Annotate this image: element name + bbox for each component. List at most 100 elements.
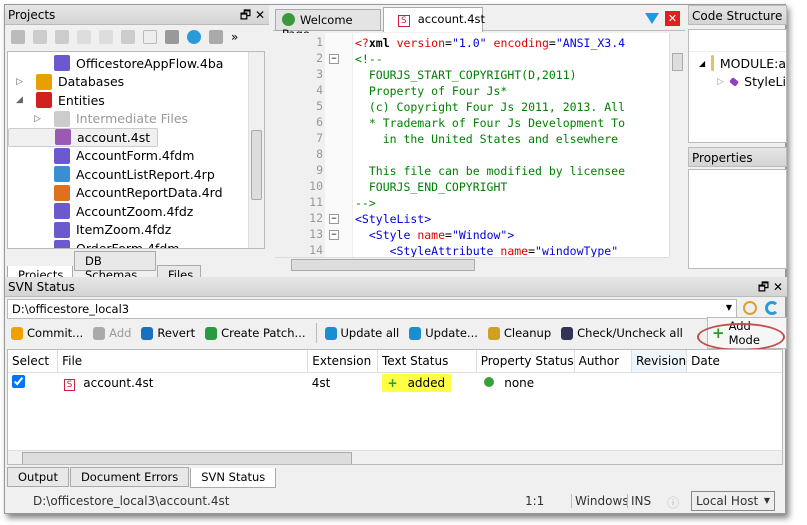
tree-item[interactable]: AccountForm.4fdm <box>8 147 264 166</box>
tab-document-errors[interactable]: Document Errors <box>69 467 190 487</box>
column-header-text-status[interactable]: Text Status <box>377 350 477 373</box>
expand-arrow-icon[interactable]: ◢ <box>16 95 23 105</box>
patch-icon <box>205 326 218 340</box>
search-icon[interactable] <box>743 301 757 315</box>
tab-welcome-page[interactable]: Welcome Page <box>275 9 381 41</box>
fold-toggle-icon[interactable]: − <box>329 230 339 240</box>
tree-item[interactable]: OrderForm.4fdm <box>8 239 264 248</box>
column-header-property-status[interactable]: Property Status <box>476 350 575 373</box>
column-header-author[interactable]: Author <box>574 350 633 373</box>
button-label: Cleanup <box>503 326 552 340</box>
table-row[interactable]: Saccount.4st 4st + added none <box>8 372 782 394</box>
tree-scrollbar[interactable] <box>248 52 264 248</box>
tab-db-schemas[interactable]: DB Schemas <box>74 251 156 282</box>
code-line: (c) Copyright Four Js 2011, 2013. All <box>355 99 625 115</box>
update-all-button[interactable]: Update all <box>324 326 399 340</box>
tree-item[interactable]: ▷ Intermediate Files <box>8 110 264 129</box>
tree-item-label: AccountZoom.4fdz <box>76 203 194 219</box>
status-text: added <box>407 376 446 391</box>
package-icon[interactable] <box>121 30 135 44</box>
tab-output[interactable]: Output <box>7 467 69 487</box>
refresh-icon[interactable] <box>187 30 201 44</box>
cleanup-button[interactable]: Cleanup <box>487 326 552 340</box>
update-button[interactable]: Update... <box>409 326 478 340</box>
close-editor-icon[interactable]: ✕ <box>665 11 680 26</box>
revert-icon <box>141 326 154 340</box>
svn-path-select[interactable]: D:\officestore_local3 ▼ <box>7 299 737 319</box>
column-header-file[interactable]: File <box>57 350 309 373</box>
tree-item[interactable]: ◢ Entities <box>8 91 264 110</box>
fold-toggle-icon[interactable]: − <box>329 214 339 224</box>
tree-item[interactable]: OfficestoreAppFlow.4ba <box>8 54 264 73</box>
author-cell <box>574 372 631 394</box>
button-label: Revert <box>157 326 196 340</box>
panel-controls[interactable]: 🗗 ✕ <box>758 277 783 297</box>
column-header-revision[interactable]: Revision <box>631 350 688 373</box>
panel-controls[interactable]: 🗗 ✕ <box>240 5 265 25</box>
code-token: name <box>500 244 529 257</box>
code-token: > <box>507 228 515 242</box>
tree-item-label: MODULE:a <box>719 55 786 71</box>
update-all-icon <box>324 326 337 340</box>
tree-item-module[interactable]: ◢ MODULE:a <box>689 54 786 73</box>
compile-icon[interactable] <box>33 30 47 44</box>
insert-mode: INS <box>627 494 651 508</box>
svn-table: Select File Extension Text Status Property S… <box>7 349 783 465</box>
tree-item[interactable]: AccountReportData.4rd <box>8 184 264 203</box>
column-header-select[interactable]: Select <box>8 350 59 373</box>
refresh-icon[interactable] <box>765 301 779 315</box>
code-token: "Window" <box>451 228 508 242</box>
host-select[interactable]: Local Host ▼ <box>691 491 775 511</box>
status-bar: D:\officestore_local3\account.4st 1:1 Wi… <box>5 489 787 513</box>
table-hscrollbar[interactable] <box>8 450 782 464</box>
folder-icon[interactable] <box>99 30 113 44</box>
link-icon[interactable] <box>55 30 69 44</box>
expand-arrow-icon[interactable]: ▷ <box>34 114 41 124</box>
button-label: Commit... <box>27 326 84 340</box>
code-token: "1.0" <box>451 36 487 50</box>
highlight-circle <box>697 323 785 351</box>
code-editor[interactable]: 1 <?xml version="1.0" encoding="ANSI_X3.4… <box>275 33 669 257</box>
row-checkbox[interactable] <box>12 375 25 389</box>
revert-button[interactable]: Revert <box>141 326 195 340</box>
code-structure-tree: ◢ MODULE:a ▷ StyleLi <box>688 29 787 143</box>
scroll-thumb[interactable] <box>251 130 262 200</box>
new-file-icon[interactable] <box>143 30 157 44</box>
ok-icon <box>484 377 495 388</box>
tab-list-icon[interactable] <box>645 13 659 24</box>
new-folder-icon[interactable] <box>77 30 91 44</box>
toolbar-separator <box>315 323 317 343</box>
deploy-icon[interactable] <box>209 30 223 44</box>
check-all-button[interactable]: Check/Uncheck all <box>561 326 683 340</box>
commit-button[interactable]: Commit... <box>11 326 83 340</box>
tree-item[interactable]: AccountZoom.4fdz <box>8 202 264 221</box>
editor-vscrollbar[interactable] <box>669 33 685 257</box>
tree-item-stylelist[interactable]: ▷ StyleLi <box>689 73 786 92</box>
editor-hscrollbar[interactable] <box>275 257 669 271</box>
tree-item[interactable]: ItemZoom.4fdz <box>8 221 264 240</box>
add-button: Add <box>93 326 131 340</box>
build-icon[interactable] <box>11 30 25 44</box>
status-text: none <box>504 376 535 391</box>
tab-account-4st[interactable]: Saccount.4st <box>383 7 485 32</box>
code-token: <? <box>355 36 369 50</box>
expand-arrow-icon[interactable]: ▷ <box>16 77 23 87</box>
patch-button[interactable]: Create Patch... <box>205 326 306 340</box>
tree-item-label: AccountReportData.4rd <box>76 185 223 201</box>
column-header-date[interactable]: Date <box>686 350 782 373</box>
file-icon <box>55 129 71 146</box>
tab-svn-status[interactable]: SVN Status <box>190 468 277 488</box>
more-icon[interactable]: » <box>231 30 238 44</box>
tree-item-label: StyleLi <box>744 74 786 90</box>
tree-item[interactable]: account.4st <box>8 128 158 147</box>
tree-item[interactable]: ▷ Databases <box>8 73 264 92</box>
column-header-extension[interactable]: Extension <box>307 350 378 373</box>
info-icon[interactable]: ⓘ <box>667 494 679 511</box>
add-group-icon[interactable] <box>165 30 179 44</box>
code-token: (c) Copyright Four Js 2011, 2013. All <box>355 100 626 114</box>
commit-icon <box>11 326 23 340</box>
cleanup-icon <box>487 326 500 340</box>
fold-toggle-icon[interactable]: − <box>329 54 339 64</box>
tree-item[interactable]: AccountListReport.4rp <box>8 165 264 184</box>
line-number: 4 <box>316 83 323 97</box>
